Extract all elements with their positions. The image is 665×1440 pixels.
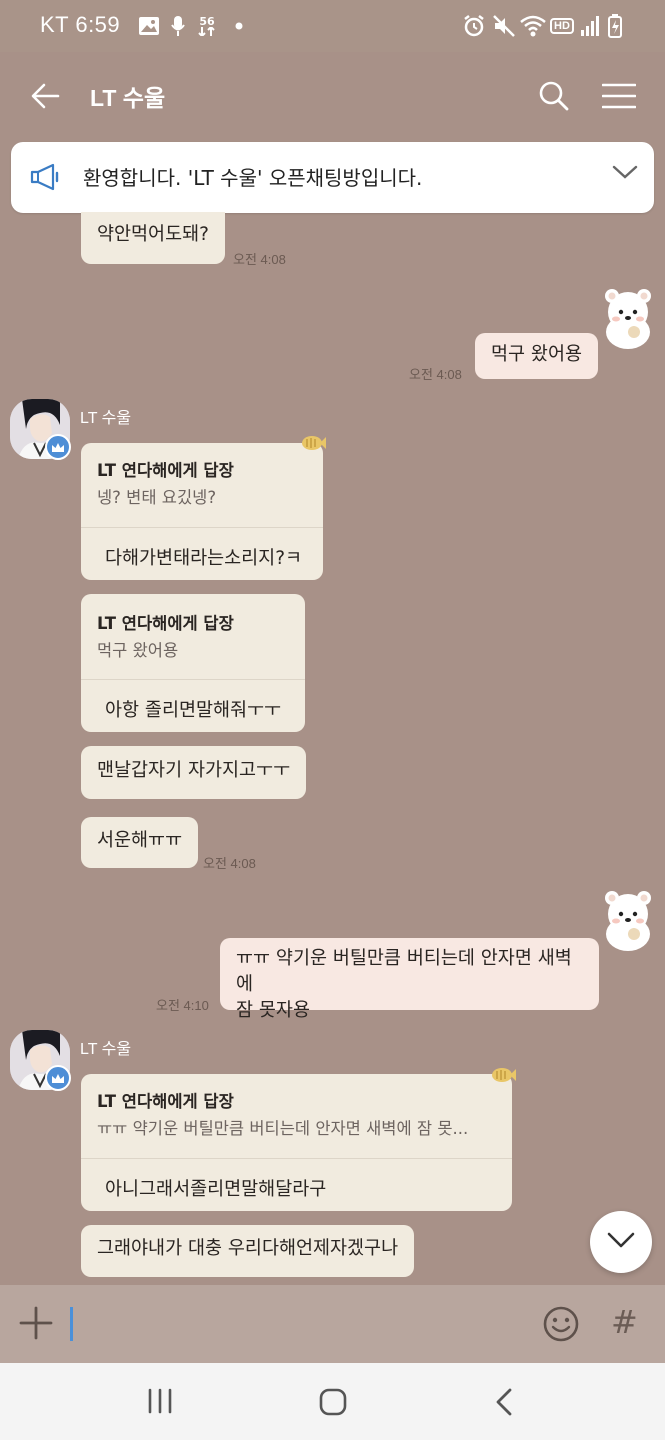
lte-icon: 56 (198, 14, 216, 38)
hashtag-button[interactable]: # (611, 1303, 638, 1341)
message-bubble[interactable]: 약안먹어도돼? (81, 212, 225, 264)
message-text: 먹구 왔어용 (491, 344, 582, 365)
chevron-down-icon (607, 1231, 635, 1253)
back-button[interactable] (23, 76, 67, 120)
message-bubble[interactable]: 맨날갑자기 자가지고ㅜㅜ (81, 746, 307, 799)
reply-quote: ㅠㅠ 약기운 버틸만큼 버티는데 안자면 새벽에 잠 못... (97, 1119, 469, 1138)
plus-icon[interactable] (18, 1305, 54, 1345)
notice-banner[interactable]: 환영합니다. 'LT 수울' 오픈채팅방입니다. (11, 142, 654, 213)
gallery-icon (138, 14, 160, 38)
status-bar: KT 6:59 56 HD (0, 0, 665, 52)
message-input-cursor[interactable] (70, 1307, 73, 1341)
message-text-line: 잠 못자용 (236, 1000, 310, 1021)
mic-icon (171, 14, 185, 38)
reply-quote: 넹? 변태 요깄넹? (97, 488, 217, 507)
fish-deco-icon (490, 1066, 516, 1088)
net-label: 56 (199, 15, 215, 28)
bear-sticker-icon (600, 288, 656, 354)
reply-bubble[interactable]: LT 연다해에게 답장 먹구 왔어용 아항 졸리면말해줘ㅜㅜ (81, 594, 305, 732)
back-arrow-icon (30, 82, 60, 114)
back-nav-icon[interactable] (494, 1387, 514, 1421)
message-time: 오전 4:08 (409, 367, 462, 382)
chat-title: LT 수울 (90, 85, 166, 111)
scroll-down-button[interactable] (590, 1211, 652, 1273)
megaphone-icon (29, 162, 61, 196)
reply-text: 다해가변태라는소리지?ㅋ (105, 548, 303, 569)
reply-header: LT 연다해에게 답장 (97, 1092, 234, 1111)
hd-icon: HD (550, 14, 574, 38)
my-message-bubble[interactable]: ㅠㅠ 약기운 버틸만큼 버티는데 안자면 새벽에 잠 못자용 (220, 938, 599, 1021)
reply-bubble[interactable]: LT 연다해에게 답장 ㅠㅠ 약기운 버틸만큼 버티는데 안자면 새벽에 잠 못… (81, 1074, 512, 1211)
message-text: 약안먹어도돼? (97, 224, 209, 245)
chevron-down-icon[interactable] (612, 164, 638, 184)
message-bubble[interactable]: 그래야내가 대충 우리다해언제자겠구나 (81, 1225, 415, 1277)
crown-icon (45, 1065, 71, 1091)
fish-deco-icon (300, 434, 326, 456)
divider (81, 679, 305, 680)
system-nav-bar (0, 1363, 665, 1440)
sender-name: LT 수울 (80, 410, 132, 427)
menu-icon (601, 83, 637, 113)
reply-bubble[interactable]: LT 연다해에게 답장 넹? 변태 요깄넹? 다해가변태라는소리지?ㅋ (81, 443, 323, 580)
signal-icon (580, 14, 600, 38)
dot-icon (235, 14, 243, 38)
sender-name: LT 수울 (80, 1041, 132, 1058)
recent-apps-icon[interactable] (146, 1387, 174, 1419)
mute-icon (492, 14, 516, 38)
hd-label: HD (550, 18, 574, 34)
message-bubble[interactable]: 서운해ㅠㅠ (81, 817, 199, 868)
search-icon (539, 81, 569, 115)
reply-header: LT 연다해에게 답장 (97, 614, 234, 633)
reply-quote: 먹구 왔어용 (97, 641, 179, 660)
divider (81, 1158, 512, 1159)
chat-header: LT 수울 (0, 52, 665, 140)
message-time: 오전 4:08 (203, 856, 256, 871)
bear-sticker-icon (600, 890, 656, 956)
reply-text: 아항 졸리면말해줘ㅜㅜ (105, 700, 282, 721)
message-text: 서운해ㅠㅠ (97, 830, 183, 851)
battery-icon (608, 14, 622, 38)
message-text-line: ㅠㅠ 약기운 버틸만큼 버티는데 안자면 새벽에 (236, 948, 572, 995)
search-button[interactable] (532, 76, 576, 120)
message-text: 그래야내가 대충 우리다해언제자겠구나 (97, 1238, 399, 1259)
home-icon[interactable] (318, 1387, 348, 1421)
crown-icon (45, 434, 71, 460)
input-bar: # (0, 1285, 665, 1363)
divider (81, 527, 323, 528)
wifi-icon (520, 14, 546, 38)
message-time: 오전 4:08 (233, 252, 286, 267)
message-time: 오전 4:10 (156, 998, 209, 1013)
alarm-icon (462, 14, 486, 38)
emoji-icon[interactable] (542, 1305, 580, 1347)
notice-text: 환영합니다. 'LT 수울' 오픈채팅방입니다. (83, 166, 423, 190)
reply-text: 아니그래서졸리면말해달라구 (105, 1179, 327, 1200)
message-text: 맨날갑자기 자가지고ㅜㅜ (97, 760, 291, 781)
reply-header: LT 연다해에게 답장 (97, 461, 234, 480)
carrier-time: KT 6:59 (40, 12, 121, 37)
menu-button[interactable] (597, 76, 641, 120)
my-message-bubble[interactable]: 먹구 왔어용 (475, 333, 598, 379)
